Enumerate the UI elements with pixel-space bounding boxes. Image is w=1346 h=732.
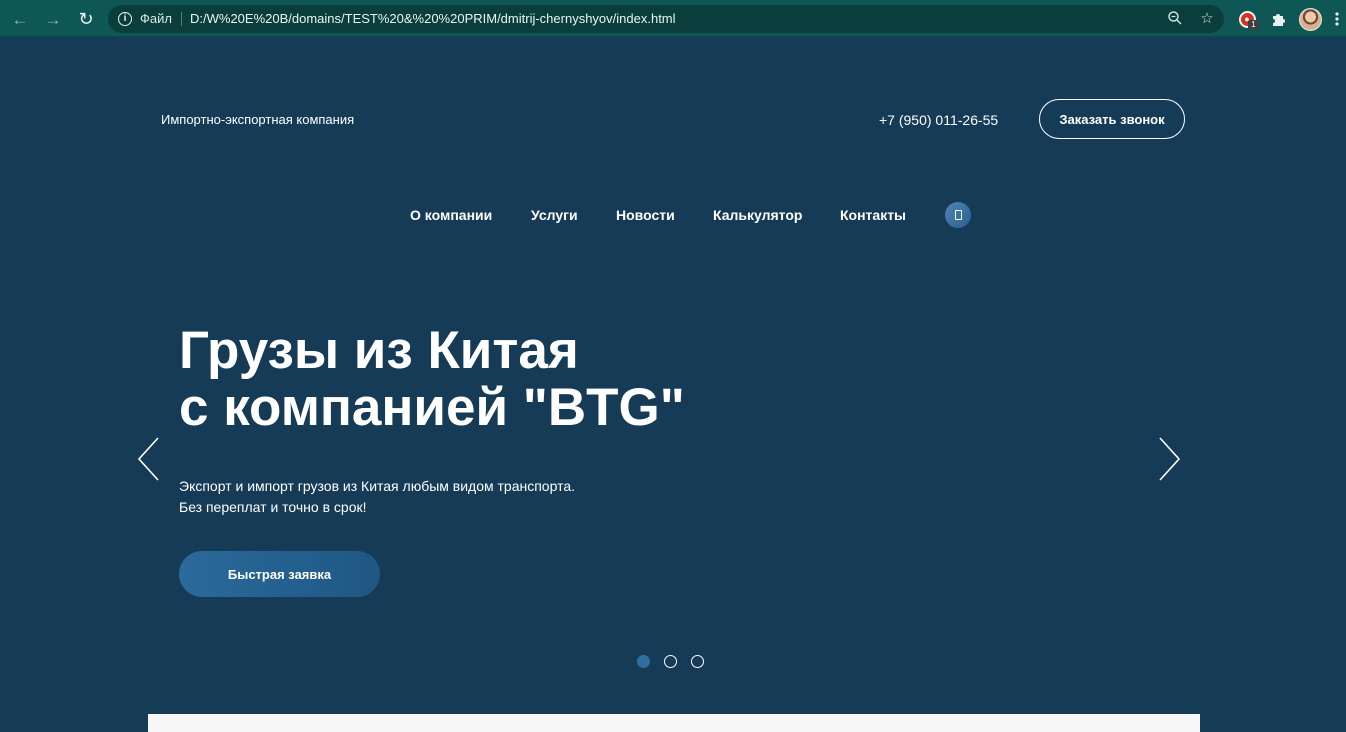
slider-dot-1[interactable] xyxy=(637,655,650,668)
profile-avatar[interactable] xyxy=(1299,8,1322,31)
star-icon[interactable]: ☆ xyxy=(1198,10,1216,28)
slider-next-arrow-icon[interactable] xyxy=(1157,437,1181,481)
info-icon[interactable]: i xyxy=(118,12,132,26)
extension-icon[interactable]: ● 1 xyxy=(1236,8,1259,30)
quick-request-button[interactable]: Быстрая заявка xyxy=(179,551,380,597)
slider-dot-3[interactable] xyxy=(691,655,704,668)
kebab-menu-icon[interactable] xyxy=(1331,8,1343,30)
url-text[interactable]: D:/W%20E%20B/domains/TEST%20&%20%20PRIM/… xyxy=(190,11,676,26)
zoom-icon[interactable] xyxy=(1166,10,1184,28)
hero-description-line-2: Без переплат и точно в срок! xyxy=(179,499,367,515)
nav-item-about[interactable]: О компании xyxy=(410,207,492,223)
phone-number[interactable]: +7 (950) 011-26-55 xyxy=(879,112,998,128)
hero-title-line-1: Грузы из Китая xyxy=(179,321,579,380)
slider-dot-2[interactable] xyxy=(664,655,677,668)
order-call-button[interactable]: Заказать звонок xyxy=(1039,99,1185,139)
omnibox-divider xyxy=(181,12,182,26)
nav-item-contacts[interactable]: Контакты xyxy=(840,207,906,223)
back-arrow-icon[interactable]: ← xyxy=(9,8,31,30)
forward-arrow-icon[interactable]: → xyxy=(42,8,64,30)
company-tagline: Импортно-экспортная компания xyxy=(161,112,355,127)
nav-item-calculator[interactable]: Калькулятор xyxy=(713,207,802,223)
nav-item-news[interactable]: Новости xyxy=(616,207,675,223)
puzzle-icon[interactable] xyxy=(1267,8,1289,30)
slider-prev-arrow-icon[interactable] xyxy=(137,437,161,481)
content-section-top xyxy=(148,714,1200,732)
hero-title-line-2: с компанией "BTG" xyxy=(179,378,685,437)
main-navigation: О компании Услуги Новости Калькулятор Ко… xyxy=(0,207,1346,227)
reload-icon[interactable]: ↻ xyxy=(75,8,97,30)
address-bar[interactable]: i Файл D:/W%20E%20B/domains/TEST%20&%20%… xyxy=(108,5,1224,33)
hero-description: Экспорт и импорт грузов из Китая любым в… xyxy=(179,476,679,518)
nav-item-services[interactable]: Услуги xyxy=(531,207,578,223)
scheme-label: Файл xyxy=(140,11,172,26)
hero-description-line-1: Экспорт и импорт грузов из Китая любым в… xyxy=(179,478,576,494)
browser-toolbar: ← → ↻ i Файл D:/W%20E%20B/domains/TEST%2… xyxy=(0,0,1346,37)
extension-badge: 1 xyxy=(1248,20,1259,30)
search-icon[interactable] xyxy=(945,202,971,228)
search-glyph xyxy=(954,210,962,220)
hero-title: Грузы из Китая с компанией "BTG" xyxy=(179,322,819,436)
